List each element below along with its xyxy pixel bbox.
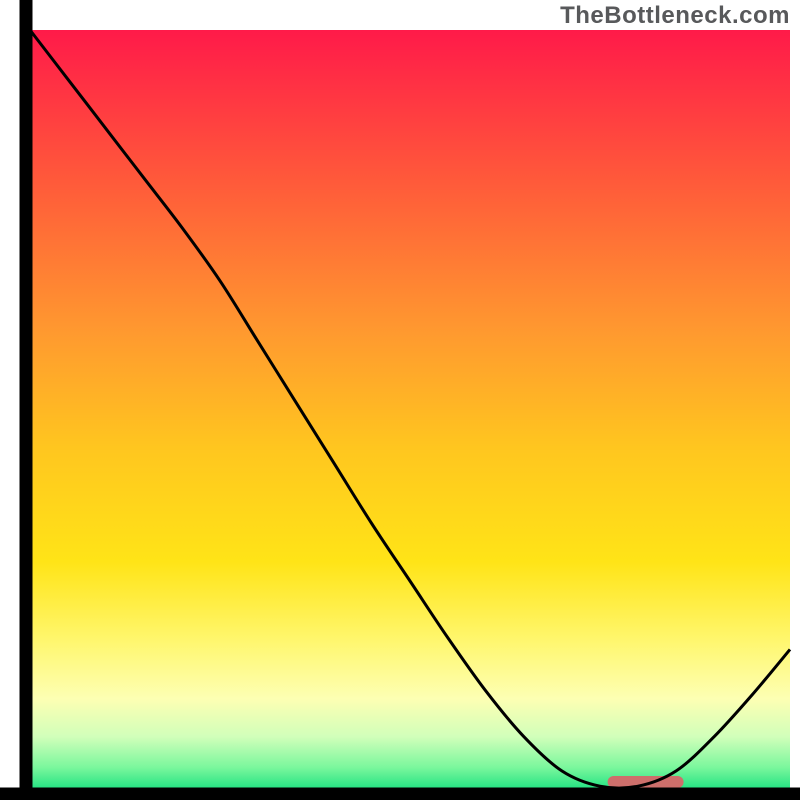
plot-background [30, 30, 790, 790]
chart-frame: TheBottleneck.com [0, 0, 800, 800]
optimal-marker [608, 776, 684, 788]
bottleneck-plot [0, 0, 800, 800]
